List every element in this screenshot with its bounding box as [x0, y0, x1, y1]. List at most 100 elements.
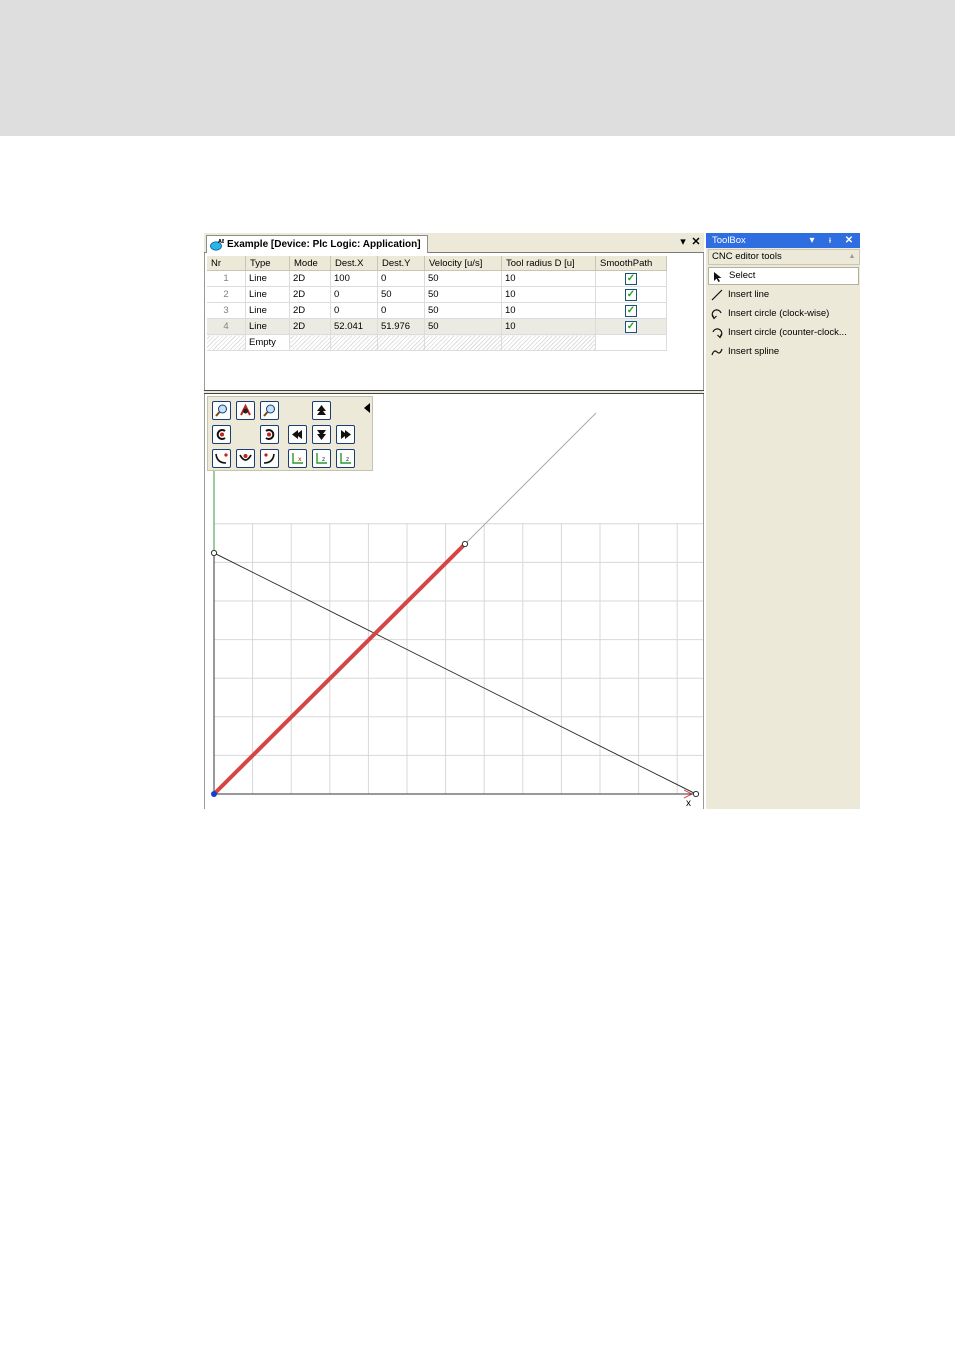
column-header-smooth-path[interactable]: SmoothPath [595, 256, 667, 271]
column-header-tool-radius[interactable]: Tool radius D [u] [501, 256, 596, 271]
table-row[interactable]: 1 Line 2D 100 0 50 10 ✓ [207, 270, 667, 287]
tab-close-icon[interactable]: ✕ [690, 236, 702, 248]
cell-tool-radius[interactable] [501, 334, 596, 351]
view-xz-icon: z [316, 453, 327, 464]
toolbar-collapse-icon[interactable] [364, 403, 370, 413]
svg-text:z: z [346, 456, 349, 463]
cell-dest-y[interactable] [377, 334, 425, 351]
rotate-left-icon [216, 429, 226, 440]
cell-dest-y[interactable]: 51.976 [377, 318, 425, 335]
toolbox-category-header[interactable]: CNC editor tools ▲ [708, 249, 860, 265]
cell-dest-y[interactable]: 50 [377, 286, 425, 303]
curve-tool-2-button[interactable] [236, 449, 255, 468]
toolbox-titlebar[interactable]: ToolBox ▾ ᵻ ✕ [706, 233, 860, 248]
smooth-path-checkbox[interactable]: ✓ [625, 272, 637, 285]
table-row[interactable]: 3 Line 2D 0 0 50 10 ✓ [207, 302, 667, 319]
zoom-fit-button[interactable] [236, 401, 255, 420]
cell-dest-y[interactable]: 0 [377, 302, 425, 319]
cell-smooth-path: ✓ [595, 302, 667, 319]
cell-type[interactable]: Empty [245, 334, 290, 351]
column-header-type[interactable]: Type [245, 256, 290, 271]
cell-mode[interactable]: 2D [289, 286, 331, 303]
cell-smooth-path[interactable] [595, 334, 667, 351]
move-left-button[interactable] [288, 425, 307, 444]
column-header-nr[interactable]: Nr [207, 256, 246, 271]
cell-type[interactable]: Line [245, 302, 290, 319]
cell-smooth-path: ✓ [595, 286, 667, 303]
cell-dest-x[interactable]: 0 [330, 302, 378, 319]
cell-type[interactable]: Line [245, 270, 290, 287]
move-right-button[interactable] [336, 425, 355, 444]
view-yz-button[interactable]: z [336, 449, 355, 468]
cell-tool-radius[interactable]: 10 [501, 286, 596, 303]
column-header-dest-x[interactable]: Dest.X [330, 256, 378, 271]
cnc-view-toolbar: x z z [207, 396, 373, 471]
toolbox-menu-icon[interactable]: ▾ [806, 233, 818, 248]
rotate-right-button[interactable] [260, 425, 279, 444]
cell-dest-y[interactable]: 0 [377, 270, 425, 287]
toolbox-pin-icon[interactable]: ᵻ [824, 233, 836, 248]
move-up-button[interactable] [312, 401, 331, 420]
cell-type[interactable]: Line [245, 286, 290, 303]
scroll-up-icon[interactable]: ▲ [846, 251, 858, 263]
path-segment-2[interactable] [213, 552, 697, 795]
cell-mode[interactable]: 2D [289, 270, 331, 287]
cell-dest-x[interactable] [330, 334, 378, 351]
segment-endpoint[interactable] [692, 790, 700, 798]
cell-velocity[interactable] [424, 334, 502, 351]
cell-velocity[interactable]: 50 [424, 318, 502, 335]
toolbox-panel: ToolBox ▾ ᵻ ✕ CNC editor tools ▲ Select … [706, 233, 860, 809]
cnc-path-canvas[interactable]: x x z z [204, 394, 704, 809]
cell-tool-radius[interactable]: 10 [501, 302, 596, 319]
segment-endpoint[interactable] [210, 549, 218, 557]
cell-nr: 1 [207, 270, 246, 287]
path-segment-4-selected[interactable] [212, 542, 467, 796]
cell-tool-radius[interactable]: 10 [501, 318, 596, 335]
table-row-empty[interactable]: Empty [207, 334, 667, 351]
origin-point[interactable] [211, 791, 217, 797]
cell-velocity[interactable]: 50 [424, 286, 502, 303]
smooth-path-checkbox[interactable]: ✓ [625, 304, 637, 317]
toolbox-item-insert-spline[interactable]: Insert spline [708, 343, 859, 361]
toolbox-item-select[interactable]: Select [708, 267, 859, 285]
smooth-path-checkbox[interactable]: ✓ [625, 288, 637, 301]
zoom-out-button[interactable] [260, 401, 279, 420]
segment-endpoint[interactable] [461, 540, 469, 548]
table-row-selected[interactable]: 4 Line 2D 52.041 51.976 50 10 ✓ [207, 318, 667, 335]
cell-dest-x[interactable]: 0 [330, 286, 378, 303]
cell-nr: 2 [207, 286, 246, 303]
cell-mode[interactable]: 2D [289, 318, 331, 335]
toolbox-item-insert-circle-cw[interactable]: Insert circle (clock-wise) [708, 305, 859, 323]
table-row[interactable]: 2 Line 2D 0 50 50 10 ✓ [207, 286, 667, 303]
svg-text:z: z [322, 456, 325, 463]
toolbox-close-icon[interactable]: ✕ [843, 233, 855, 248]
cell-type[interactable]: Line [245, 318, 290, 335]
cell-velocity[interactable]: 50 [424, 302, 502, 319]
cell-velocity[interactable]: 50 [424, 270, 502, 287]
column-header-velocity[interactable]: Velocity [u/s] [424, 256, 502, 271]
smooth-path-checkbox[interactable]: ✓ [625, 320, 637, 333]
toolbox-title: ToolBox [712, 235, 746, 246]
cell-nr: 4 [207, 318, 246, 335]
curve-tool-3-icon [263, 453, 275, 464]
cell-mode[interactable] [289, 334, 331, 351]
curve-tool-1-button[interactable] [212, 449, 231, 468]
rotate-left-button[interactable] [212, 425, 231, 444]
toolbox-item-insert-circle-ccw[interactable]: Insert circle (counter-clock... [708, 324, 859, 342]
column-header-mode[interactable]: Mode [289, 256, 331, 271]
cell-dest-x[interactable]: 52.041 [330, 318, 378, 335]
document-tab[interactable]: AB Example [Device: Plc Logic: Applicati… [206, 235, 428, 253]
column-header-dest-y[interactable]: Dest.Y [377, 256, 425, 271]
tab-menu-icon[interactable]: ▾ [677, 236, 689, 248]
cell-mode[interactable]: 2D [289, 302, 331, 319]
curve-tool-3-button[interactable] [260, 449, 279, 468]
document-tab-title: Example [Device: Plc Logic: Application] [227, 239, 421, 250]
view-xz-button[interactable]: z [312, 449, 331, 468]
zoom-in-button[interactable] [212, 401, 231, 420]
cell-dest-x[interactable]: 100 [330, 270, 378, 287]
move-down-button[interactable] [312, 425, 331, 444]
view-xy-button[interactable]: x [288, 449, 307, 468]
cell-tool-radius[interactable]: 10 [501, 270, 596, 287]
toolbox-item-insert-line[interactable]: Insert line [708, 286, 859, 304]
toolbox-item-label: Insert circle (counter-clock... [728, 327, 847, 338]
